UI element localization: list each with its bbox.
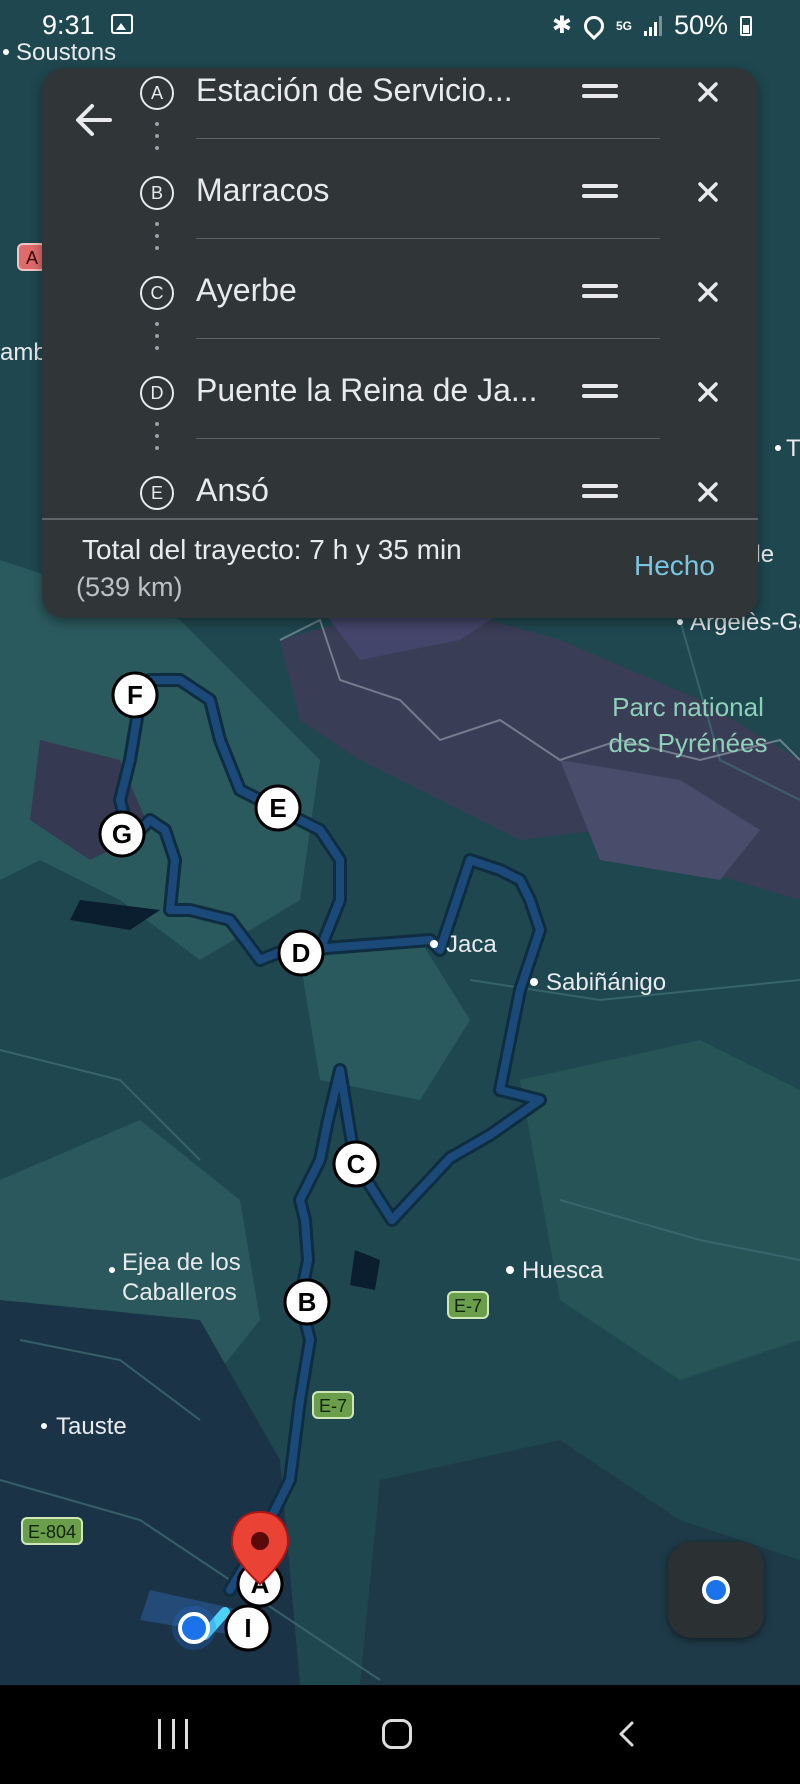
- my-location-icon: [702, 1576, 730, 1604]
- trip-total-duration: Total del trayecto: 7 h y 35 min: [82, 534, 462, 565]
- parc-label-line2: des Pyrénées: [609, 728, 768, 758]
- route-stops-panel: A Estación de Servicio... B Marracos C A…: [42, 68, 758, 618]
- current-location-icon: [172, 1606, 216, 1650]
- stop-row-b[interactable]: B Marracos: [42, 168, 758, 268]
- svg-text:E-7: E-7: [454, 1296, 482, 1316]
- stop-letter-e: E: [140, 476, 174, 510]
- parc-label-line1: Parc national: [612, 692, 764, 722]
- stop-row-a[interactable]: A Estación de Servicio...: [42, 68, 758, 168]
- drag-handle-icon[interactable]: [582, 384, 618, 400]
- place-label-ejea-2: Caballeros: [122, 1279, 237, 1306]
- svg-text:A: A: [26, 248, 38, 268]
- place-label-t: T: [786, 435, 800, 462]
- place-label-sabinanigo: Sabiñánigo: [546, 969, 666, 996]
- place-label-jaca: Jaca: [446, 931, 497, 958]
- trip-total-distance: (539 km): [76, 572, 183, 602]
- remove-stop-icon[interactable]: [692, 76, 724, 108]
- road-badge-e804: E-804: [21, 1517, 83, 1545]
- connector-dots: [155, 122, 159, 156]
- stop-divider: [196, 138, 660, 139]
- stop-name-b[interactable]: Marracos: [196, 172, 329, 209]
- route-marker-g[interactable]: G: [98, 810, 146, 858]
- drag-handle-icon[interactable]: [582, 284, 618, 300]
- place-label-ejea-1: Ejea de los: [122, 1249, 241, 1276]
- system-navigation-bar: [0, 1685, 800, 1784]
- stop-name-d[interactable]: Puente la Reina de Ja...: [196, 372, 538, 409]
- location-icon: [579, 11, 609, 40]
- battery-percent: 50%: [673, 10, 728, 40]
- system-back-button[interactable]: [612, 1719, 642, 1749]
- drag-handle-icon[interactable]: [582, 84, 618, 100]
- stop-letter-d: D: [140, 376, 174, 410]
- svg-text:G: G: [112, 819, 132, 849]
- place-label-huesca: Huesca: [522, 1257, 604, 1284]
- my-location-button[interactable]: [668, 1542, 764, 1638]
- remove-stop-icon[interactable]: [692, 276, 724, 308]
- svg-text:D: D: [292, 938, 311, 968]
- recent-apps-button[interactable]: [158, 1719, 188, 1749]
- connector-dots: [155, 422, 159, 456]
- route-marker-f[interactable]: F: [111, 671, 159, 719]
- svg-text:F: F: [127, 680, 143, 710]
- status-bar: 9:31 ✱ 5G 50%: [0, 0, 800, 52]
- stop-divider: [196, 238, 660, 239]
- remove-stop-icon[interactable]: [692, 176, 724, 208]
- signal-icon: [643, 15, 662, 36]
- bluetooth-icon: ✱: [551, 12, 572, 39]
- drag-handle-icon[interactable]: [582, 484, 618, 500]
- road-badge-e7-lower: E-7: [312, 1391, 354, 1419]
- connector-dots: [155, 322, 159, 356]
- place-label-amb: amb: [0, 339, 47, 366]
- remove-stop-icon[interactable]: [692, 376, 724, 408]
- road-badge-e7-upper: E-7: [447, 1291, 489, 1319]
- panel-footer-divider: [42, 518, 758, 520]
- stop-divider: [196, 438, 660, 439]
- connector-dots: [155, 222, 159, 256]
- svg-text:B: B: [298, 1287, 317, 1317]
- stop-name-c[interactable]: Ayerbe: [196, 272, 297, 309]
- route-marker-b[interactable]: B: [283, 1278, 331, 1326]
- gallery-notification-icon: [111, 14, 133, 34]
- stop-row-d[interactable]: D Puente la Reina de Ja...: [42, 368, 758, 468]
- svg-text:E: E: [269, 793, 286, 823]
- done-button[interactable]: Hecho: [634, 550, 715, 582]
- home-button[interactable]: [382, 1719, 412, 1749]
- place-label-tauste: Tauste: [56, 1413, 127, 1440]
- route-marker-i[interactable]: I: [224, 1604, 272, 1652]
- drag-handle-icon[interactable]: [582, 184, 618, 200]
- battery-icon: [740, 15, 752, 36]
- remove-stop-icon[interactable]: [692, 476, 724, 508]
- route-marker-c[interactable]: C: [332, 1140, 380, 1188]
- svg-text:E-7: E-7: [319, 1396, 347, 1416]
- stop-letter-b: B: [140, 176, 174, 210]
- svg-text:E-804: E-804: [28, 1522, 76, 1542]
- network-type: 5G: [615, 18, 632, 33]
- route-marker-d[interactable]: D: [277, 929, 325, 977]
- svg-text:C: C: [347, 1149, 366, 1179]
- status-time: 9:31: [42, 10, 95, 40]
- svg-text:I: I: [244, 1613, 251, 1643]
- stop-name-e[interactable]: Ansó: [196, 472, 269, 509]
- stop-divider: [196, 338, 660, 339]
- stop-row-c[interactable]: C Ayerbe: [42, 268, 758, 368]
- stop-letter-a: A: [140, 76, 174, 110]
- route-marker-e[interactable]: E: [254, 784, 302, 832]
- stop-name-a[interactable]: Estación de Servicio...: [196, 72, 513, 109]
- stop-letter-c: C: [140, 276, 174, 310]
